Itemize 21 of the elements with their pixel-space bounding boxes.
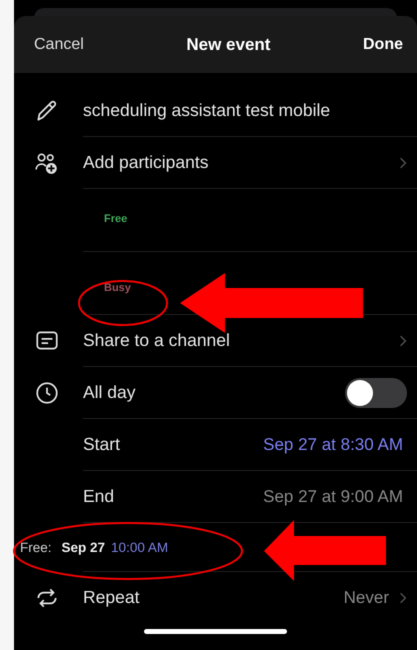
free-label: Free: (20, 540, 52, 554)
time-value[interactable]: Sep 27 at 8:30 AM (263, 434, 403, 454)
repeat-row[interactable]: Repeat Never (14, 572, 417, 623)
time-value[interactable]: Sep 27 at 9:00 AM (263, 486, 403, 506)
share-channel-label: Share to a channel (83, 330, 231, 351)
suggested-date: Sep 27 (62, 540, 106, 554)
time-label: End (83, 486, 116, 507)
add-participants-label: Add participants (83, 152, 210, 173)
title-field[interactable]: scheduling assistant test mobile (83, 100, 407, 121)
done-button[interactable]: Done (363, 36, 403, 54)
suggested-time-link[interactable]: 10:00 AM (111, 540, 168, 554)
repeat-value: Never (344, 588, 389, 608)
availability-status: Free (104, 213, 128, 225)
all-day-label: All day (83, 382, 137, 403)
share-channel-row[interactable]: Share to a channel (14, 315, 417, 366)
availability-status: Busy (104, 282, 131, 294)
add-participants-row[interactable]: Add participants (14, 137, 417, 188)
repeat-label: Repeat (83, 587, 140, 608)
cancel-button[interactable]: Cancel (34, 36, 84, 54)
time-label: Start (83, 434, 121, 455)
sheet-title: New event (186, 34, 270, 54)
